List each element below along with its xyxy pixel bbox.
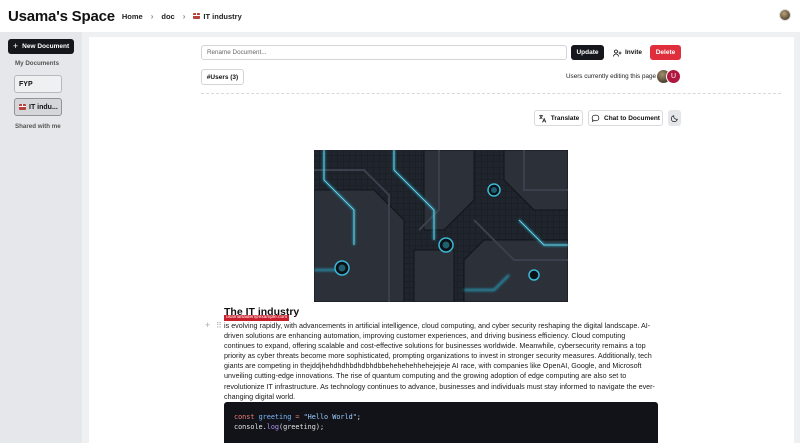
moon-icon [670, 115, 678, 122]
sidebar-doc-it-industry[interactable]: IT indu... [14, 98, 62, 116]
translate-icon [538, 114, 546, 123]
code-block[interactable]: const greeting = "Hello World"; console.… [224, 402, 658, 443]
divider [201, 93, 781, 94]
my-documents-heading: My Documents [15, 60, 60, 67]
sidebar: + New Document My Documents FYP IT indu.… [0, 32, 82, 443]
breadcrumb-separator: › [150, 11, 154, 21]
breadcrumb: Home › doc › IT industry [122, 12, 242, 21]
chat-label: Chat to Document [604, 114, 660, 122]
editing-users-label: Users currently editing this page [566, 73, 656, 80]
app-title: Usama's Space [8, 7, 115, 25]
translate-label: Translate [550, 114, 580, 122]
chat-to-document-button[interactable]: Chat to Document [588, 110, 663, 126]
user-avatar[interactable] [779, 9, 791, 21]
drag-handle-icon[interactable]: ⠿ [216, 322, 222, 330]
new-document-button[interactable]: + New Document [8, 39, 74, 54]
shared-with-me-heading: Shared with me [15, 123, 61, 130]
delete-button[interactable]: Delete [650, 45, 681, 60]
brick-icon [193, 13, 201, 19]
user-plus-icon [613, 49, 622, 57]
chat-bubble-icon [591, 114, 600, 122]
breadcrumb-separator: › [182, 11, 186, 21]
breadcrumb-doc[interactable]: doc [161, 12, 174, 21]
plus-icon: + [12, 41, 19, 51]
users-button[interactable]: #Users (3) [201, 69, 244, 85]
sidebar-doc-fyp[interactable]: FYP [14, 75, 62, 93]
invite-button[interactable]: Invite [611, 45, 644, 60]
brick-icon [19, 104, 26, 110]
code-line: console.log(greeting); [234, 423, 325, 431]
new-document-label: New Document [22, 43, 70, 50]
theme-toggle-button[interactable] [668, 110, 681, 126]
code-line: const greeting = "Hello World"; [234, 413, 361, 421]
breadcrumb-current-label: IT industry [203, 11, 242, 21]
sidebar-doc-label: IT indu... [29, 103, 58, 111]
invite-label: Invite [625, 49, 642, 56]
breadcrumb-home[interactable]: Home [122, 12, 143, 21]
update-button[interactable]: Update [571, 45, 604, 60]
translate-button[interactable]: Translate [534, 110, 583, 126]
top-header: Usama's Space Home › doc › IT industry [0, 0, 800, 32]
rename-document-input[interactable]: Rename Document... [201, 45, 567, 60]
sidebar-doc-label: FYP [19, 80, 33, 88]
circuit-board-image [314, 150, 568, 302]
document-paragraph[interactable]: is evolving rapidly, with advancements i… [224, 321, 656, 402]
editor-avatar-initial[interactable]: U [666, 69, 681, 84]
add-block-icon[interactable]: + [205, 321, 210, 330]
breadcrumb-current[interactable]: IT industry [193, 11, 242, 21]
